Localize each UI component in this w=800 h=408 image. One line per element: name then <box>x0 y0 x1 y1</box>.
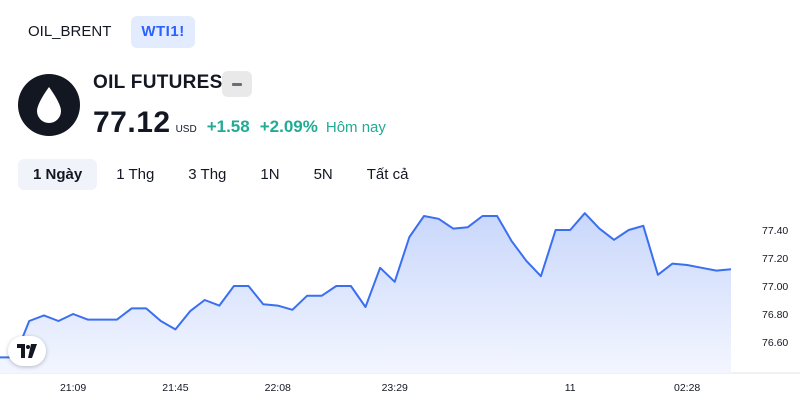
range-tab-all[interactable]: Tất cả <box>352 159 424 190</box>
instrument-title: OIL FUTURES <box>93 72 223 93</box>
period-label: Hôm nay <box>325 119 386 136</box>
oil-drop-icon <box>18 74 80 136</box>
x-tick-label: 11 <box>565 382 576 394</box>
range-tab-1-month[interactable]: 1 Thg <box>101 159 169 190</box>
y-tick-label: 77.20 <box>762 253 788 265</box>
range-tab-1-day[interactable]: 1 Ngày <box>18 159 98 190</box>
range-tab-1-year[interactable]: 1N <box>245 159 294 190</box>
y-tick-label: 76.80 <box>762 309 788 321</box>
collapse-icon[interactable] <box>222 71 252 97</box>
y-tick-label: 77.00 <box>762 281 788 293</box>
range-tab-3-months[interactable]: 3 Thg <box>173 159 241 190</box>
range-tabs: 1 Ngày 1 Thg 3 Thg 1N 5N Tất cả <box>18 159 427 190</box>
price-row: 77.12 USD +1.58 +2.09% Hôm nay <box>93 106 386 140</box>
currency-unit: USD <box>175 124 197 135</box>
price-area <box>0 213 731 373</box>
x-tick-label: 21:45 <box>162 382 188 394</box>
x-tick-label: 21:09 <box>60 382 86 394</box>
symbol-tab-oil-brent[interactable]: OIL_BRENT <box>18 16 121 48</box>
price-chart[interactable]: 77.40 77.20 77.00 76.80 76.60 21:09 21:45 22:08… <box>0 192 800 408</box>
price-change-percent: +2.09% <box>259 117 318 136</box>
y-tick-label: 77.40 <box>762 225 788 237</box>
x-tick-label: 22:08 <box>265 382 291 394</box>
price-change: +1.58 <box>206 117 250 136</box>
x-tick-label: 23:29 <box>382 382 408 394</box>
y-tick-label: 76.60 <box>762 337 788 349</box>
symbol-tabs: OIL_BRENT WTI1! <box>18 16 195 48</box>
symbol-tab-wti[interactable]: WTI1! <box>131 16 195 48</box>
tradingview-logo-icon[interactable] <box>8 336 46 366</box>
range-tab-5-years[interactable]: 5N <box>299 159 348 190</box>
last-price: 77.12 <box>93 106 171 139</box>
x-tick-label: 02:28 <box>674 382 700 394</box>
